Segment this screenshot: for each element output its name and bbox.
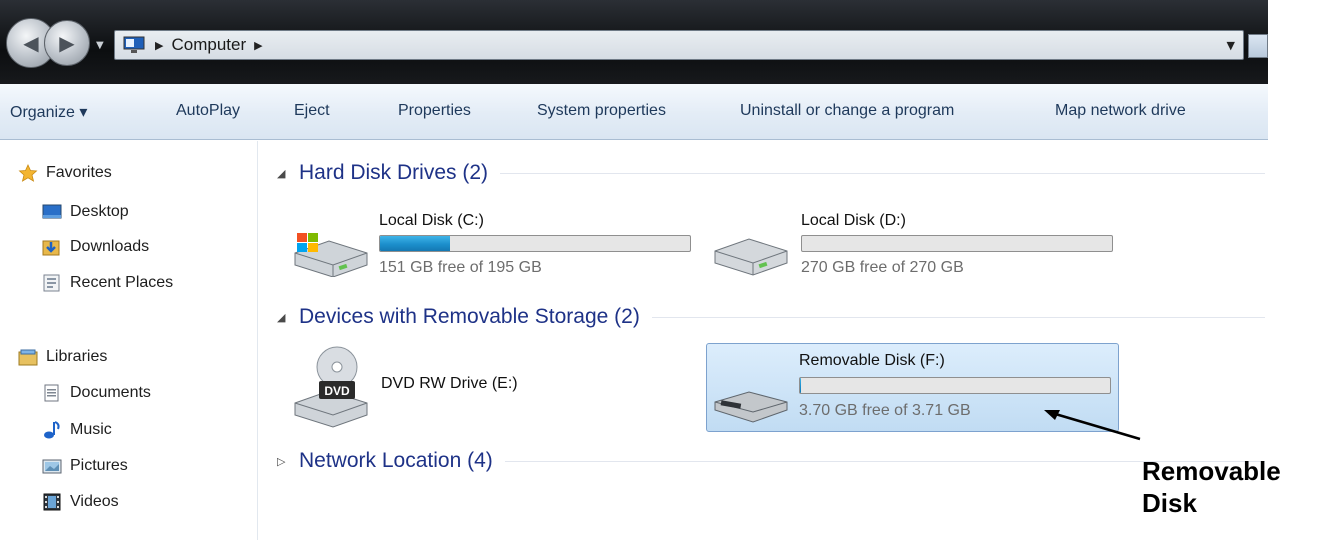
pictures-icon (42, 457, 62, 475)
properties-button[interactable]: Properties (398, 102, 471, 120)
sidebar-item-label: Pictures (70, 457, 128, 474)
windows-hard-drive-icon (289, 227, 371, 281)
sidebar-item-documents[interactable]: Documents (42, 381, 151, 405)
autoplay-button[interactable]: AutoPlay (176, 102, 240, 120)
content-pane: ◢ Hard Disk Drives (2) Local Disk (C:) 1… (259, 141, 1268, 540)
drive-dvd-rw-e[interactable]: DVD DVD RW Drive (E:) (289, 345, 689, 431)
annotation-line1: Removable (1142, 456, 1281, 486)
computer-icon (121, 33, 147, 57)
music-icon (42, 421, 62, 439)
forward-button[interactable]: ▶ (44, 20, 90, 66)
drive-name: Removable Disk (F:) (799, 352, 945, 369)
sidebar-item-music[interactable]: Music (42, 418, 112, 442)
sidebar-item-libraries[interactable]: Libraries (18, 345, 107, 369)
dvd-drive-icon: DVD (289, 345, 373, 435)
sidebar-item-label: Desktop (70, 203, 129, 220)
drive-free-space: 151 GB free of 195 GB (379, 259, 542, 276)
sidebar-item-label: Libraries (46, 348, 108, 365)
drive-name: Local Disk (D:) (801, 212, 906, 229)
group-divider (500, 172, 1265, 174)
address-bar[interactable]: ▶ Computer ▶ ▼ (114, 30, 1244, 60)
removable-disk-icon (711, 384, 791, 428)
organize-button[interactable]: Organize ▾ (10, 102, 87, 122)
collapse-triangle-icon[interactable]: ◢ (277, 311, 289, 324)
group-divider (651, 316, 1265, 318)
sidebar-item-favorites[interactable]: Favorites (18, 161, 112, 185)
sidebar-item-videos[interactable]: Videos (42, 490, 119, 514)
eject-button[interactable]: Eject (294, 102, 330, 120)
breadcrumb-separator-icon[interactable]: ▶ (155, 39, 163, 52)
drive-local-disk-c[interactable]: Local Disk (C:) 151 GB free of 195 GB (289, 205, 709, 285)
callout-arrow-icon (1044, 410, 1141, 441)
refresh-button[interactable] (1248, 34, 1268, 58)
star-icon (18, 164, 38, 182)
uninstall-program-button[interactable]: Uninstall or change a program (740, 102, 954, 120)
sidebar-item-recent-places[interactable]: Recent Places (42, 271, 173, 295)
drive-name: Local Disk (C:) (379, 212, 484, 229)
sidebar-item-label: Recent Places (70, 274, 174, 291)
recent-pages-dropdown-icon[interactable]: ▼ (96, 40, 104, 51)
group-hard-disk-drives[interactable]: ◢ Hard Disk Drives (2) (277, 161, 1265, 185)
title-bar: ◀ ▶ ▼ ▶ Computer ▶ ▼ (0, 0, 1268, 84)
sidebar-item-label: Music (70, 421, 112, 438)
usage-bar-fill (800, 378, 801, 393)
sidebar-item-label: Documents (70, 384, 151, 401)
drive-local-disk-d[interactable]: Local Disk (D:) 270 GB free of 270 GB (709, 205, 1129, 285)
forward-arrow-icon: ▶ (59, 31, 75, 55)
sidebar-item-label: Downloads (70, 238, 150, 255)
expand-triangle-icon[interactable]: ▷ (277, 455, 289, 468)
sidebar-item-pictures[interactable]: Pictures (42, 454, 128, 478)
group-network-location[interactable]: ▷ Network Location (4) (277, 449, 1265, 473)
usage-bar (801, 235, 1113, 252)
sidebar-item-desktop[interactable]: Desktop (42, 200, 129, 224)
annotation-line2: Disk (1142, 488, 1197, 518)
annotation-callout: Removable Disk (1142, 455, 1281, 519)
libraries-icon (18, 348, 38, 366)
address-dropdown-icon[interactable]: ▼ (1227, 39, 1235, 52)
group-title[interactable]: Devices with Removable Storage (2) (299, 305, 640, 329)
group-title[interactable]: Network Location (4) (299, 449, 493, 473)
videos-icon (42, 493, 62, 511)
group-removable-storage[interactable]: ◢ Devices with Removable Storage (2) (277, 305, 1265, 329)
navigation-pane: Favorites Desktop Downloads Recent Place… (0, 141, 258, 540)
desktop-icon (42, 203, 62, 221)
sidebar-item-downloads[interactable]: Downloads (42, 235, 149, 259)
back-arrow-icon: ◀ (23, 31, 39, 55)
dvd-icon-label: DVD (324, 384, 350, 398)
usage-bar (379, 235, 691, 252)
hard-drive-icon (709, 231, 791, 281)
documents-icon (42, 384, 62, 402)
breadcrumb-separator-icon[interactable]: ▶ (254, 39, 262, 52)
sidebar-item-label: Favorites (46, 164, 112, 181)
collapse-triangle-icon[interactable]: ◢ (277, 167, 289, 180)
drive-name: DVD RW Drive (E:) (381, 375, 518, 392)
breadcrumb-computer[interactable]: Computer (171, 35, 246, 55)
drive-free-space: 3.70 GB free of 3.71 GB (799, 402, 971, 419)
usage-bar-fill (380, 236, 451, 251)
usage-bar (799, 377, 1111, 394)
recent-places-icon (42, 274, 62, 292)
group-title[interactable]: Hard Disk Drives (2) (299, 161, 488, 185)
command-toolbar: Organize ▾ AutoPlay Eject Properties Sys… (0, 84, 1268, 140)
drive-free-space: 270 GB free of 270 GB (801, 259, 964, 276)
map-network-drive-button[interactable]: Map network drive (1055, 102, 1186, 120)
system-properties-button[interactable]: System properties (537, 102, 666, 120)
downloads-folder-icon (42, 238, 62, 256)
sidebar-item-label: Videos (70, 493, 119, 510)
